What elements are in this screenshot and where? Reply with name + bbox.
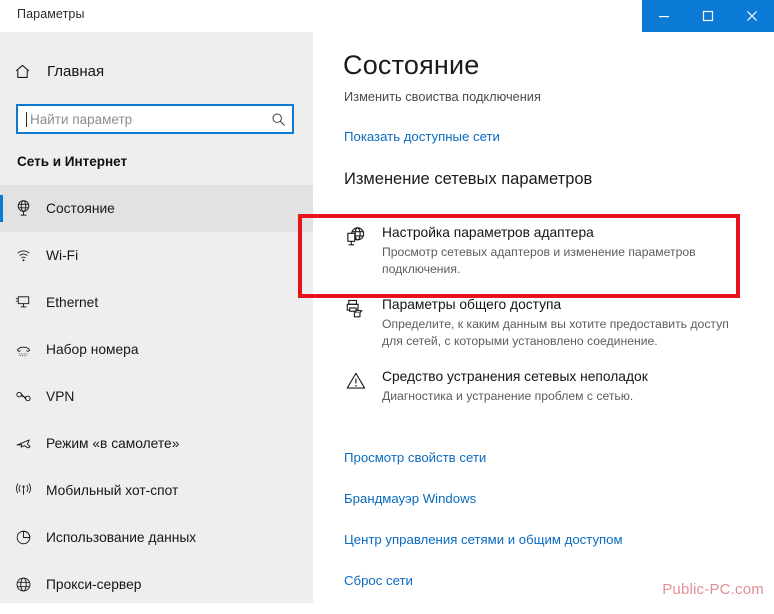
sidebar-item-dialup[interactable]: Набор номера (0, 326, 313, 373)
main-content: Состояние Изменить своиства подключения … (313, 32, 774, 603)
sidebar-item-proxy-label: Прокси-сервер (46, 577, 142, 592)
title-bar: Параметры (0, 0, 774, 32)
setting-adapter-options-title: Настройка параметров адаптера (382, 225, 594, 240)
network-status-icon (0, 199, 46, 218)
minimize-icon (659, 16, 669, 18)
setting-adapter-options[interactable]: Настройка параметров адаптера Просмотр с… (313, 214, 774, 286)
sidebar-item-wifi-label: Wi-Fi (46, 248, 79, 263)
sidebar: Главная Сеть и Интернет (0, 32, 313, 603)
adapter-globe-icon (344, 223, 382, 277)
warning-triangle-icon (344, 367, 382, 405)
network-settings-list: Настройка параметров адаптера Просмотр с… (313, 214, 774, 414)
settings-window: Параметры Главная Найти параметр Сеть и … (0, 0, 774, 603)
sidebar-item-home[interactable]: Главная (0, 54, 313, 88)
setting-sharing-options-title: Параметры общего доступа (382, 297, 562, 312)
search-input[interactable] (27, 107, 264, 131)
sidebar-item-status[interactable]: Состояние (0, 185, 313, 232)
wifi-icon (0, 246, 46, 265)
page-subtitle: Изменить своиства подключения (344, 89, 541, 104)
sidebar-item-ethernet-label: Ethernet (46, 295, 99, 310)
vpn-icon (0, 387, 46, 406)
setting-adapter-options-desc: Просмотр сетевых адаптеров и изменение п… (382, 245, 696, 276)
link-windows-firewall[interactable]: Брандмауэр Windows (344, 491, 764, 506)
ethernet-icon (0, 293, 46, 312)
link-network-sharing-center[interactable]: Центр управления сетями и общим доступом (344, 532, 764, 547)
sidebar-section-title: Сеть и Интернет (17, 154, 128, 169)
home-icon (0, 63, 44, 80)
setting-sharing-options[interactable]: Параметры общего доступа Определите, к к… (313, 286, 774, 358)
window-title: Параметры (17, 7, 85, 21)
setting-network-troubleshooter[interactable]: Средство устранения сетевых неполадок Ди… (313, 358, 774, 414)
sidebar-item-hotspot[interactable]: Мобильный хот-спот (0, 467, 313, 514)
sidebar-item-dialup-label: Набор номера (46, 342, 139, 357)
page-title: Состояние (343, 50, 480, 80)
show-available-networks-link[interactable]: Показать доступные сети (344, 129, 500, 144)
close-button[interactable] (730, 0, 774, 32)
search-icon[interactable] (264, 112, 292, 127)
sidebar-item-proxy[interactable]: Прокси-сервер (0, 561, 313, 608)
search-box[interactable] (16, 104, 294, 134)
watermark: Public-PC.com (662, 581, 764, 598)
data-usage-icon (0, 528, 46, 547)
link-view-network-properties[interactable]: Просмотр свойств сети (344, 450, 764, 465)
proxy-globe-icon (0, 575, 46, 594)
sidebar-item-vpn[interactable]: VPN (0, 373, 313, 420)
maximize-icon (702, 10, 714, 22)
window-controls (642, 0, 774, 32)
maximize-button[interactable] (686, 0, 730, 32)
sidebar-item-wifi[interactable]: Wi-Fi (0, 232, 313, 279)
minimize-button[interactable] (642, 0, 686, 32)
sidebar-item-status-label: Состояние (46, 201, 115, 216)
sidebar-item-airplane[interactable]: Режим «в самолете» (0, 420, 313, 467)
sidebar-item-home-label: Главная (47, 62, 105, 80)
setting-network-troubleshooter-title: Средство устранения сетевых неполадок (382, 369, 648, 384)
sidebar-item-ethernet[interactable]: Ethernet (0, 279, 313, 326)
sidebar-item-vpn-label: VPN (46, 389, 75, 404)
sharing-icon (344, 295, 382, 349)
sidebar-item-hotspot-label: Мобильный хот-спот (46, 483, 179, 498)
airplane-icon (0, 434, 46, 453)
setting-network-troubleshooter-desc: Диагностика и устранение проблем с сетью… (382, 389, 634, 403)
sidebar-item-data-usage[interactable]: Использование данных (0, 514, 313, 561)
sidebar-nav: Состояние Wi-Fi Ethernet Набор номера VP… (0, 185, 313, 608)
close-icon (747, 11, 757, 21)
sidebar-item-airplane-label: Режим «в самолете» (46, 436, 180, 451)
sidebar-item-data-usage-label: Использование данных (46, 530, 197, 545)
setting-sharing-options-desc: Определите, к каким данным вы хотите пре… (382, 317, 729, 348)
dialup-icon (0, 340, 46, 359)
hotspot-icon (0, 481, 46, 500)
network-settings-heading: Изменение сетевых параметров (344, 170, 593, 188)
